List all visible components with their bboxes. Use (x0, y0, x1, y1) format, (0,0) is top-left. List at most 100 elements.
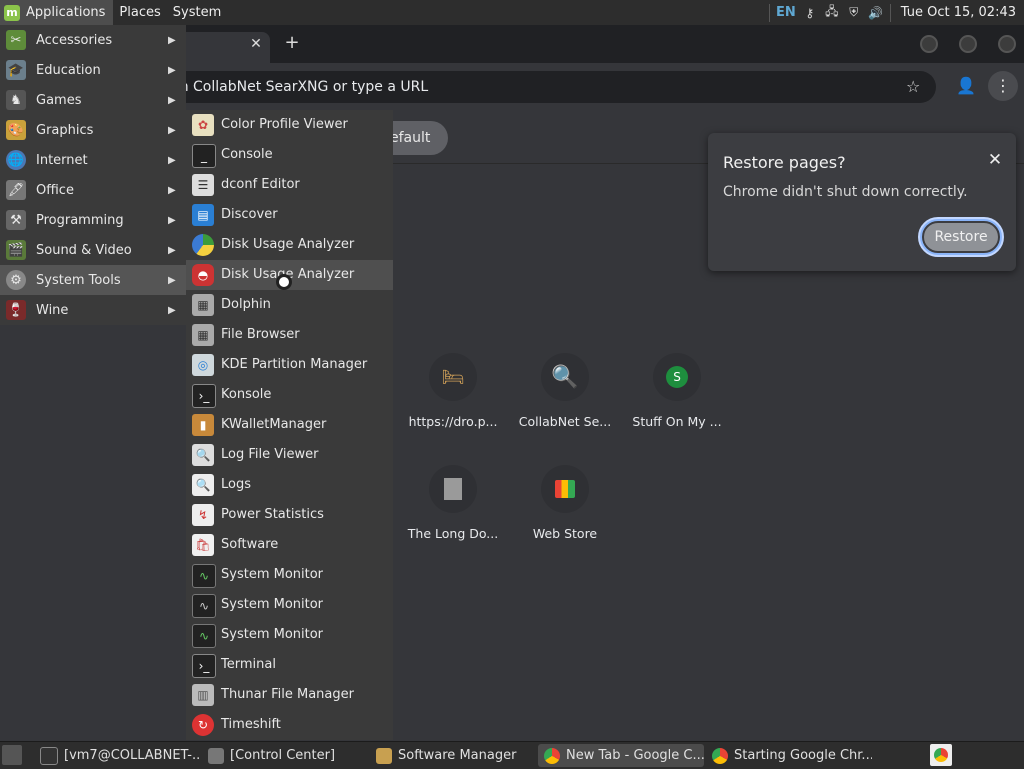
submenu-arrow-icon: ▶ (168, 154, 176, 166)
menu-item-console[interactable]: _ Console (186, 140, 393, 170)
menu-item-label: System Monitor (221, 567, 324, 582)
menu-item-logs[interactable]: 🔍 Logs (186, 470, 393, 500)
new-tab-button[interactable]: + (283, 34, 301, 52)
keyboard-layout-indicator[interactable]: EN (776, 5, 796, 20)
category-education[interactable]: 🎓 Education ▶ (0, 55, 186, 85)
top-panel: m Applications Places System EN ⚷ 🖧 ⛨ 🔊 … (0, 0, 1024, 26)
chrome-launcher-icon[interactable] (930, 744, 952, 766)
s-letter-badge: S (666, 366, 688, 388)
volume-icon[interactable]: 🔊 (868, 5, 884, 21)
menu-item-thunar-file-manager[interactable]: ▥ Thunar File Manager (186, 680, 393, 710)
menu-item-label: Power Statistics (221, 507, 324, 522)
menu-item-label: File Browser (221, 327, 300, 342)
places-menu-button[interactable]: Places (113, 0, 166, 25)
menu-item-software[interactable]: 🛍 Software (186, 530, 393, 560)
menu-item-file-browser[interactable]: ▦ File Browser (186, 320, 393, 350)
task-control-center[interactable]: [Control Center] (202, 744, 368, 767)
restore-message: Chrome didn't shut down correctly. (723, 184, 968, 200)
key-icon[interactable]: ⚷ (802, 5, 818, 21)
task-starting-chrome[interactable]: Starting Google Chr... (706, 744, 872, 767)
category-accessories[interactable]: ✂ Accessories ▶ (0, 25, 186, 55)
category-graphics[interactable]: 🎨 Graphics ▶ (0, 115, 186, 145)
shortcut-tile[interactable]: 🔍 CollabNet Se... (509, 353, 621, 463)
menu-item-label: Logs (221, 477, 251, 492)
shield-icon[interactable]: ⛨ (846, 5, 862, 21)
submenu-arrow-icon: ▶ (168, 124, 176, 136)
logs-icon: 🔍 (192, 474, 214, 496)
sound-video-icon: 🎬 (6, 240, 26, 260)
chrome-menu-icon[interactable]: ⋮ (988, 71, 1018, 101)
task-label: New Tab - Google C... (566, 748, 704, 763)
shortcut-tile[interactable]: S Stuff On My ... (621, 353, 733, 463)
category-system-tools[interactable]: ⚙ System Tools ▶ (0, 265, 186, 295)
submenu-arrow-icon: ▶ (168, 34, 176, 46)
shortcut-label: Stuff On My ... (632, 414, 722, 429)
konsole-icon: ›_ (192, 384, 216, 408)
menu-item-timeshift[interactable]: ↻ Timeshift (186, 710, 393, 740)
menu-item-label: Thunar File Manager (221, 687, 354, 702)
category-games[interactable]: ♞ Games ▶ (0, 85, 186, 115)
task-terminal[interactable]: [vm7@COLLABNET-... (34, 744, 200, 767)
chrome-logo (934, 748, 948, 762)
system-menu-button[interactable]: System (167, 0, 227, 25)
close-icon[interactable]: ✕ (986, 151, 1004, 169)
task-label: Software Manager (398, 748, 517, 763)
menu-item-system-monitor-3[interactable]: ∿ System Monitor (186, 620, 393, 650)
category-wine[interactable]: 🍷 Wine ▶ (0, 295, 186, 325)
menu-item-color-profile-viewer[interactable]: ✿ Color Profile Viewer (186, 110, 393, 140)
programming-icon: ⚒ (6, 210, 26, 230)
menu-item-kwalletmanager[interactable]: ▮ KWalletManager (186, 410, 393, 440)
applications-label: Applications (26, 5, 106, 20)
menu-item-kde-partition-manager[interactable]: ◎ KDE Partition Manager (186, 350, 393, 380)
tray-separator (889, 3, 891, 22)
menu-item-label: Timeshift (221, 717, 281, 732)
menu-item-label: dconf Editor (221, 177, 300, 192)
system-monitor-icon: ∿ (192, 564, 216, 588)
menu-item-system-monitor-1[interactable]: ∿ System Monitor (186, 560, 393, 590)
shortcut-tile[interactable]: Web Store (509, 465, 621, 575)
menu-item-power-statistics[interactable]: ↯ Power Statistics (186, 500, 393, 530)
profile-icon[interactable]: 👤 (955, 75, 977, 97)
menu-item-label: Dolphin (221, 297, 271, 312)
restore-button-label: Restore (934, 229, 988, 245)
task-label: Starting Google Chr... (734, 748, 872, 763)
category-programming[interactable]: ⚒ Programming ▶ (0, 205, 186, 235)
task-software-manager[interactable]: Software Manager (370, 744, 536, 767)
menu-item-terminal[interactable]: ›_ Terminal (186, 650, 393, 680)
timeshift-icon: ↻ (192, 714, 214, 736)
show-desktop-icon[interactable] (2, 745, 22, 765)
task-new-tab-chrome[interactable]: New Tab - Google C... (538, 744, 704, 767)
submenu-arrow-icon: ▶ (168, 274, 176, 286)
category-office[interactable]: 🖋 Office ▶ (0, 175, 186, 205)
close-window-button[interactable] (998, 35, 1016, 53)
menu-item-label: Log File Viewer (221, 447, 319, 462)
submenu-arrow-icon: ▶ (168, 304, 176, 316)
category-label: Wine (36, 302, 69, 318)
shortcut-tile[interactable]: The Long Do... (397, 465, 509, 575)
shortcut-tile[interactable]: 🛏 https://dro.p... (397, 353, 509, 463)
category-label: Office (36, 182, 74, 198)
chrome-icon (544, 747, 560, 764)
restore-title: Restore pages? (723, 153, 846, 172)
maximize-button[interactable] (959, 35, 977, 53)
category-label: Education (36, 62, 101, 78)
restore-button[interactable]: Restore (918, 217, 1004, 257)
category-label: Internet (36, 152, 88, 168)
shortcut-label: The Long Do... (407, 526, 499, 541)
menu-item-dolphin[interactable]: ▦ Dolphin (186, 290, 393, 320)
tab-close-icon[interactable]: ✕ (248, 36, 264, 52)
menu-item-konsole[interactable]: ›_ Konsole (186, 380, 393, 410)
menu-item-disk-usage-analyzer[interactable]: Disk Usage Analyzer (186, 230, 393, 260)
applications-menu-button[interactable]: m Applications (0, 0, 114, 25)
clock[interactable]: Tue Oct 15, 02:43 (901, 5, 1016, 20)
bookmark-star-icon[interactable]: ☆ (906, 77, 920, 96)
minimize-button[interactable] (920, 35, 938, 53)
chrome-icon (712, 747, 728, 764)
network-icon[interactable]: 🖧 (824, 4, 840, 21)
category-internet[interactable]: 🌐 Internet ▶ (0, 145, 186, 175)
menu-item-dconf-editor[interactable]: ☰ dconf Editor (186, 170, 393, 200)
category-sound-video[interactable]: 🎬 Sound & Video ▶ (0, 235, 186, 265)
menu-item-log-file-viewer[interactable]: 🔍 Log File Viewer (186, 440, 393, 470)
menu-item-system-monitor-2[interactable]: ∿ System Monitor (186, 590, 393, 620)
menu-item-discover[interactable]: ▤ Discover (186, 200, 393, 230)
